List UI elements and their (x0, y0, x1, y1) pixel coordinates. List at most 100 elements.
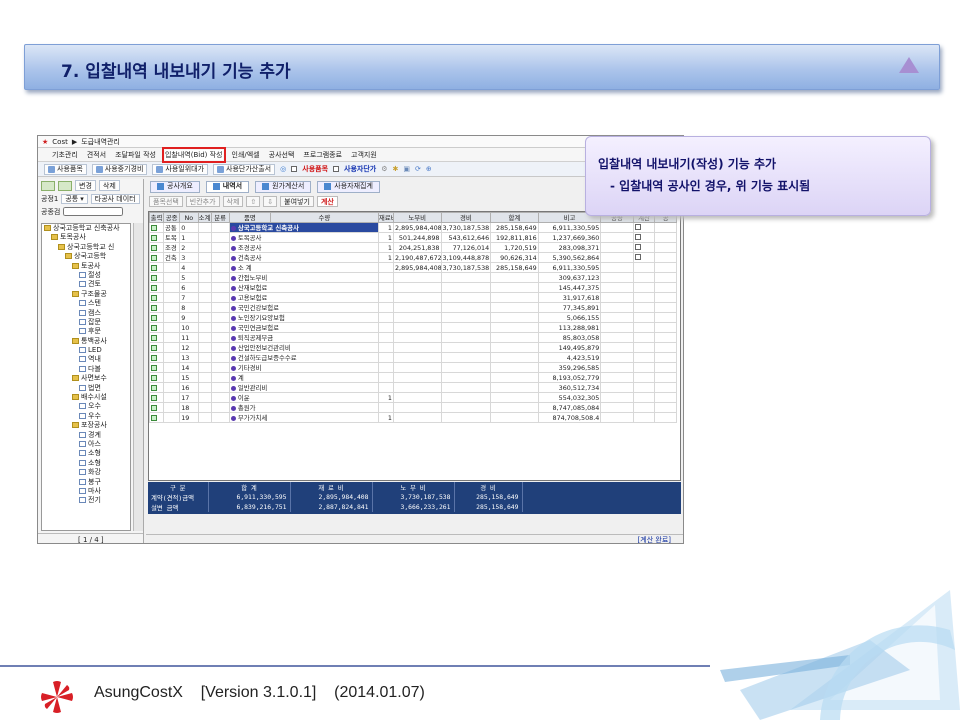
tree-node[interactable]: 상국고등학 (42, 252, 130, 261)
arrow-down-icon[interactable]: ⇩ (263, 196, 278, 207)
tree-node[interactable]: 역내 (42, 355, 130, 364)
checkbox-icon[interactable] (151, 284, 157, 291)
work-cell[interactable] (632, 232, 656, 243)
work-cell[interactable] (632, 382, 656, 393)
tree-node[interactable]: 캠스 (42, 309, 130, 318)
paste-button[interactable]: 붙여넣기 (280, 196, 314, 207)
calculate-button[interactable]: 계산 (316, 196, 338, 207)
tree-node[interactable]: 오수 (42, 402, 130, 411)
checkbox-icon[interactable] (151, 234, 157, 241)
name-cell[interactable]: 산업안전보건관리비 (228, 342, 379, 353)
checkbox-icon[interactable] (151, 384, 157, 391)
work-cell[interactable] (632, 372, 656, 383)
table-row[interactable]: 8 국민건강보험료 77,345,891 (149, 302, 677, 313)
checkbox-icon[interactable] (151, 324, 157, 331)
tree-node[interactable]: 봉구 (42, 478, 130, 487)
tree-node[interactable]: 법면 (42, 384, 130, 393)
table-row[interactable]: 토목 1 토목공사 1 501,244,898 543,612,646 192,811,81… (149, 232, 677, 243)
tree-node[interactable]: 견토 (42, 280, 130, 289)
checkbox-icon[interactable] (151, 394, 157, 401)
grid-header[interactable]: 소계 (197, 212, 212, 223)
table-row[interactable]: 건축 3 건축공사 1 2,190,487,672 3,109,448,878 90,626… (149, 252, 677, 263)
tree-node[interactable]: 후문 (42, 327, 130, 336)
row-check-cell[interactable] (149, 332, 165, 343)
tree-node[interactable]: 상국고등학교 신축공사 (42, 224, 130, 233)
name-cell[interactable]: 국민연금보험료 (228, 322, 379, 333)
row-check-cell[interactable] (149, 352, 165, 363)
add-blank-button[interactable]: 빈칸추가 (185, 196, 220, 207)
tree-node[interactable]: 토공사 (42, 262, 130, 271)
table-row[interactable]: 18 총원가 8,747,085,084 (149, 402, 677, 413)
row-check-cell[interactable] (149, 282, 165, 293)
work-cell[interactable] (632, 262, 656, 273)
row-check-cell[interactable] (149, 242, 165, 253)
work-checkbox[interactable] (634, 243, 641, 250)
tab-1[interactable]: 내역서 (205, 180, 250, 193)
tree-node[interactable]: 통백공사 (42, 337, 130, 346)
work-cell[interactable] (632, 402, 656, 413)
name-cell[interactable]: 토목공사 (228, 232, 379, 243)
toolbar-equipment[interactable]: 사용중기경비 (91, 163, 148, 175)
name-cell[interactable]: 퇴직공제부금 (228, 332, 379, 343)
tree-node[interactable]: 다볼 (42, 365, 130, 374)
work-checkbox[interactable] (634, 253, 641, 260)
row-check-cell[interactable] (149, 402, 165, 413)
menu-item[interactable]: 인쇄/엑셀 (232, 150, 260, 160)
toolbar-used-items[interactable]: 사용품목 (44, 163, 87, 175)
menu-item[interactable]: 견적서 (87, 150, 106, 160)
table-row[interactable]: 15 계 8,193,052,779 (149, 372, 677, 383)
work-cell[interactable] (632, 392, 656, 403)
checkbox-icon[interactable] (151, 414, 157, 421)
table-row[interactable]: 17 이윤 1 554,032,305 (149, 392, 677, 403)
grid-header[interactable]: 공종 (163, 212, 181, 223)
grid-header[interactable]: 경비 (440, 212, 492, 223)
row-check-cell[interactable] (149, 382, 165, 393)
tree-scrollbar[interactable] (133, 223, 143, 531)
grid-header[interactable]: 노무비 (392, 212, 442, 223)
other-data-button[interactable]: 타공사 데이터 (90, 193, 140, 204)
row-check-cell[interactable] (149, 342, 165, 353)
work-cell[interactable] (632, 242, 656, 253)
tree-node[interactable]: 구조물공 (42, 290, 130, 299)
table-row[interactable]: 9 노인장기요양보험 5,066,155 (149, 312, 677, 323)
checkbox-icon[interactable] (151, 224, 157, 231)
row-check-cell[interactable] (149, 252, 165, 263)
arrow-up-icon[interactable]: ⇧ (246, 196, 261, 207)
menu-item[interactable]: 공사선택 (269, 150, 295, 160)
tree-node[interactable]: 포장공사 (42, 421, 130, 430)
menu-item[interactable]: 조달파일 작성 (115, 150, 156, 160)
checkbox-icon[interactable] (151, 294, 157, 301)
table-row[interactable]: 19 부가가치세 1 874,708,508.4 (149, 412, 677, 423)
tab-0[interactable]: 공사개요 (150, 180, 200, 193)
checkbox-icon[interactable] (151, 274, 157, 281)
table-row[interactable]: 16 일반관리비 360,512,734 (149, 382, 677, 393)
work-cell[interactable] (632, 282, 656, 293)
checkbox-icon[interactable] (151, 334, 157, 341)
checkbox-icon[interactable] (151, 374, 157, 381)
tree-node[interactable]: 마사 (42, 487, 130, 496)
checkbox-icon[interactable] (151, 344, 157, 351)
row-check-cell[interactable] (149, 412, 165, 423)
name-cell[interactable]: 조경공사 (228, 242, 379, 253)
triangle-up-icon[interactable] (899, 57, 919, 73)
checkbox-icon[interactable] (151, 404, 157, 411)
tree-node[interactable]: 경계 (42, 431, 130, 440)
work-cell[interactable] (632, 272, 656, 283)
name-cell[interactable]: 간접노무비 (228, 272, 379, 283)
name-cell[interactable]: 산재보험료 (228, 282, 379, 293)
checkbox-icon[interactable] (151, 244, 157, 251)
name-cell[interactable]: 부가가치세 (228, 412, 379, 423)
checkbox-icon[interactable] (151, 254, 157, 261)
delete-button[interactable]: 삭제 (98, 180, 120, 191)
gear-icon[interactable]: ⚙ (381, 165, 387, 173)
tree-node[interactable]: 소형 (42, 449, 130, 458)
work-cell[interactable] (632, 412, 656, 423)
tab-2[interactable]: 원가계산서 (255, 180, 312, 193)
row-check-cell[interactable] (149, 232, 165, 243)
row-check-cell[interactable] (149, 222, 165, 233)
info-icon[interactable]: ◎ (280, 165, 286, 173)
filter-select[interactable]: 공통 ▾ (61, 193, 88, 204)
grid-header[interactable]: 출력 (149, 212, 165, 223)
checkbox-icon[interactable] (151, 364, 157, 371)
work-cell[interactable] (632, 332, 656, 343)
